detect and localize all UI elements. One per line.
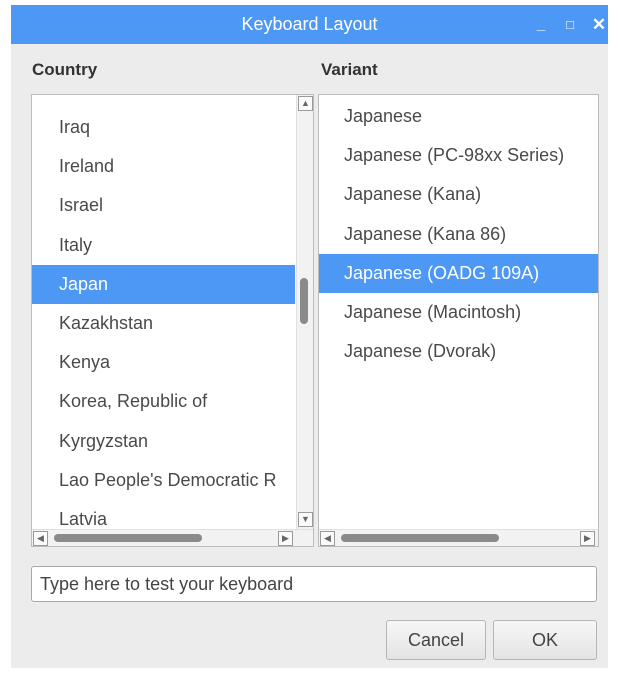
country-horizontal-scroll-thumb[interactable]: [54, 534, 202, 542]
list-item[interactable]: Iraq: [32, 108, 295, 147]
list-item[interactable]: Japanese (Dvorak): [319, 332, 598, 371]
country-vertical-scrollbar[interactable]: ▲ ▼: [296, 95, 313, 529]
variant-label: Variant: [321, 60, 378, 79]
variant-horizontal-scroll-thumb[interactable]: [341, 534, 499, 542]
keyboard-test-input[interactable]: [31, 566, 597, 602]
list-item[interactable]: Japanese (PC-98xx Series): [319, 136, 598, 175]
keyboard-layout-dialog: Keyboard Layout _ □ ✕ Country Variant Ir…: [11, 5, 608, 668]
country-list[interactable]: Iran, Islamic Republic IraqIrelandIsrael…: [31, 94, 314, 547]
minimize-icon[interactable]: _: [531, 5, 551, 44]
arrow-left-icon[interactable]: ◀: [33, 531, 48, 546]
list-item[interactable]: Korea, Republic of: [32, 382, 295, 421]
ok-button[interactable]: OK: [493, 620, 597, 660]
variant-list[interactable]: Japanese Japanese (PC-98xx Series) Japanes…: [318, 94, 599, 547]
list-item[interactable]: Kazakhstan: [32, 304, 295, 343]
list-item[interactable]: Japanese (Kana 86): [319, 215, 598, 254]
list-item[interactable]: Japanese (Kana): [319, 175, 598, 214]
list-item[interactable]: Israel: [32, 186, 295, 225]
list-item[interactable]: Japanese: [319, 97, 598, 136]
list-item[interactable]: Japanese (Macintosh): [319, 293, 598, 332]
cancel-button[interactable]: Cancel: [386, 620, 486, 660]
close-icon[interactable]: ✕: [589, 5, 609, 44]
arrow-right-icon[interactable]: ▶: [580, 531, 595, 546]
list-item[interactable]: Italy: [32, 226, 295, 265]
country-horizontal-scrollbar[interactable]: ◀ ▶: [32, 529, 313, 546]
country-label: Country: [32, 60, 98, 79]
country-vertical-scroll-thumb[interactable]: [300, 278, 308, 324]
list-item[interactable]: Japan: [32, 264, 295, 304]
list-item[interactable]: Kyrgyzstan: [32, 422, 295, 461]
list-item-partial: Iran, Islamic Republic: [59, 95, 231, 101]
title-bar[interactable]: Keyboard Layout _ □ ✕: [11, 5, 608, 44]
list-item[interactable]: Lao People's Democratic R: [32, 461, 295, 500]
arrow-left-icon[interactable]: ◀: [320, 531, 335, 546]
list-item[interactable]: Kenya: [32, 343, 295, 382]
list-item[interactable]: Japanese (OADG 109A): [319, 253, 598, 293]
arrow-down-icon[interactable]: ▼: [298, 512, 313, 527]
variant-horizontal-scrollbar[interactable]: ◀ ▶: [319, 529, 598, 546]
arrow-right-icon[interactable]: ▶: [278, 531, 293, 546]
list-item[interactable]: Ireland: [32, 147, 295, 186]
arrow-up-icon[interactable]: ▲: [298, 96, 313, 111]
maximize-icon[interactable]: □: [560, 5, 580, 44]
window-title: Keyboard Layout: [241, 14, 378, 34]
